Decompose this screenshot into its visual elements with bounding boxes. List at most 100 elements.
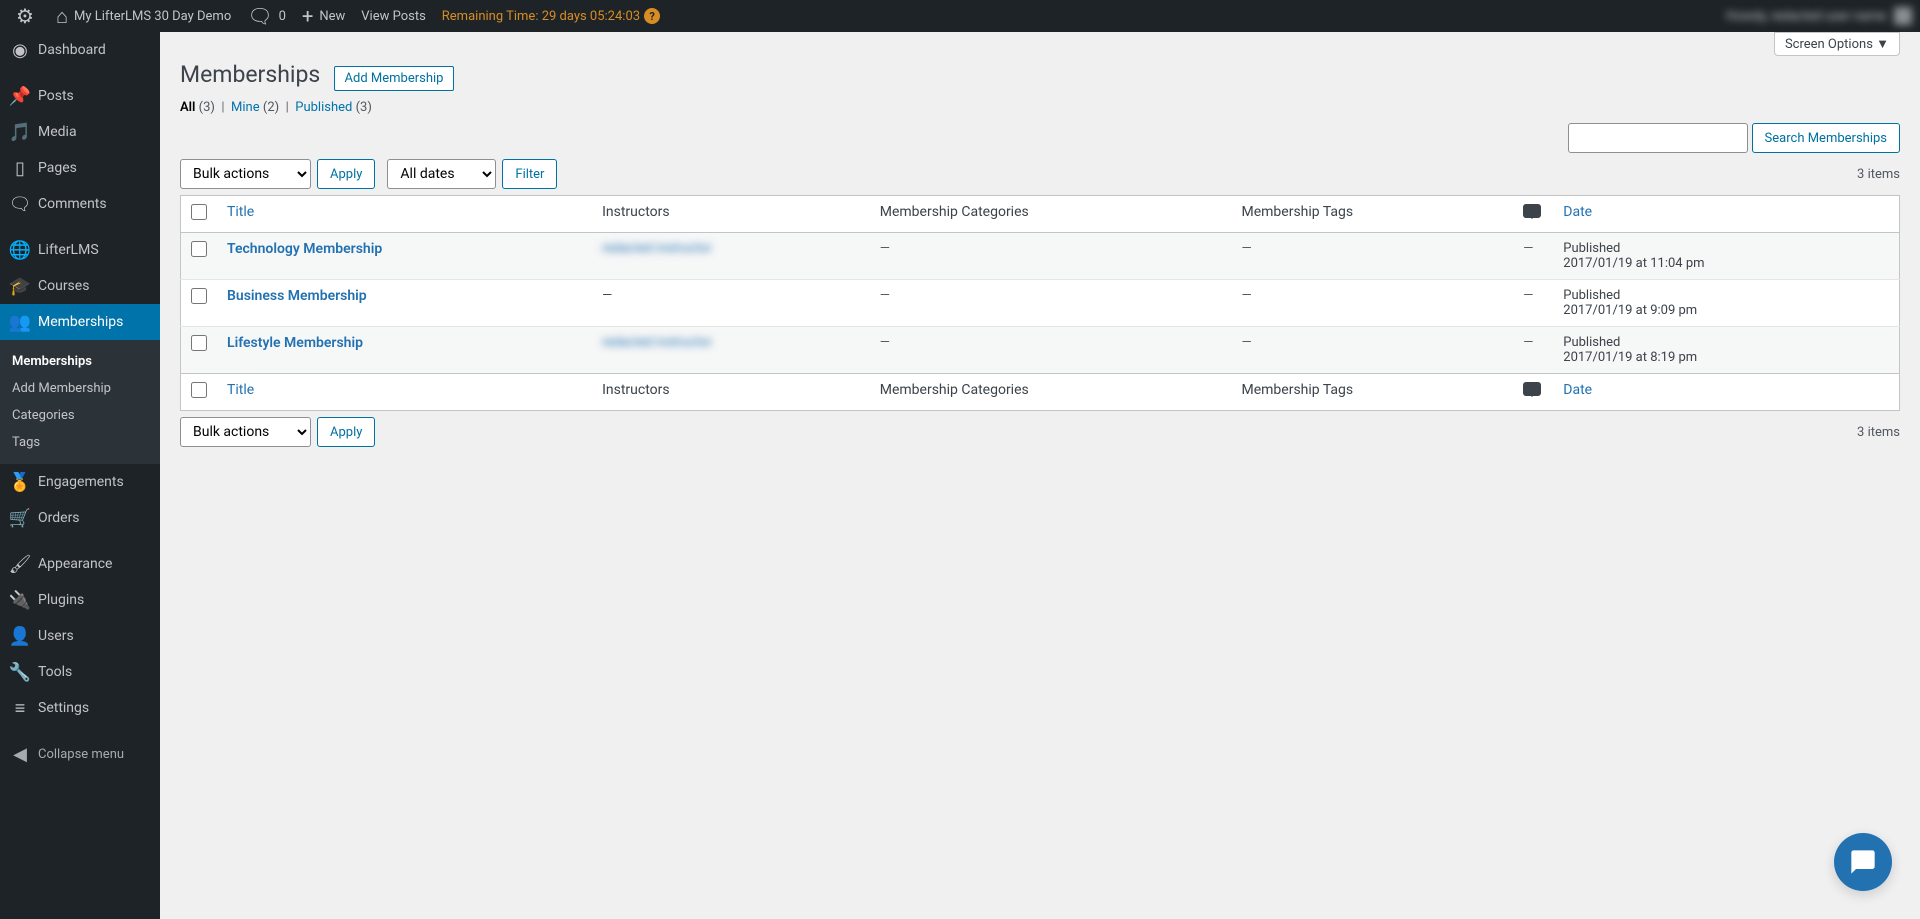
apply-button-bottom[interactable]: Apply — [317, 417, 375, 447]
search-box: Search Memberships — [1568, 123, 1900, 153]
sidebar-item-settings[interactable]: ≡Settings — [0, 690, 160, 726]
submenu-categories[interactable]: Categories — [0, 402, 160, 429]
filter-all[interactable]: All — [180, 100, 195, 115]
chat-widget[interactable] — [1834, 833, 1892, 891]
collapse-icon: ◀ — [10, 744, 30, 764]
admin-sidebar: ◉Dashboard 📌Posts 🎵Media ▯Pages 🗨Comment… — [0, 32, 160, 919]
submenu-memberships[interactable]: Memberships — [0, 348, 160, 375]
row-tags: — — [1232, 327, 1514, 374]
col-date-foot[interactable]: Date — [1553, 374, 1899, 411]
globe-icon: 🌐 — [10, 240, 30, 260]
col-categories: Membership Categories — [870, 196, 1232, 233]
table-row: Business Membership — — — — Published201… — [181, 280, 1900, 327]
search-input[interactable] — [1568, 123, 1748, 153]
cart-icon: 🛒 — [10, 508, 30, 528]
row-title-link[interactable]: Business Membership — [227, 288, 367, 304]
status-filters: All (3) | Mine (2) | Published (3) — [180, 100, 1900, 115]
collapse-menu[interactable]: ◀Collapse menu — [0, 736, 160, 772]
col-comments-foot — [1513, 374, 1553, 411]
view-posts-link[interactable]: View Posts — [353, 0, 434, 32]
bulk-action-select-top[interactable]: Bulk actions — [180, 159, 311, 189]
comment-icon — [1523, 204, 1541, 218]
dashboard-icon: ◉ — [10, 40, 30, 60]
page-icon: ▯ — [10, 158, 30, 178]
wp-logo[interactable]: ⚙ — [8, 0, 48, 32]
page-title: Memberships — [180, 52, 320, 92]
sidebar-item-plugins[interactable]: 🔌Plugins — [0, 582, 160, 618]
row-checkbox[interactable] — [191, 241, 207, 257]
home-icon: ⌂ — [56, 4, 68, 29]
table-row: Lifestyle Membership redacted instructor… — [181, 327, 1900, 374]
col-tags: Membership Tags — [1232, 196, 1514, 233]
row-categories: — — [870, 233, 1232, 280]
col-title-foot[interactable]: Title — [217, 374, 592, 411]
apply-button-top[interactable]: Apply — [317, 159, 375, 189]
new-content-link[interactable]: +New — [294, 0, 353, 32]
memberships-submenu: Memberships Add Membership Categories Ta… — [0, 340, 160, 464]
row-comments: — — [1513, 233, 1553, 280]
brush-icon: 🖌 — [10, 554, 30, 574]
date-filter-select[interactable]: All dates — [387, 159, 496, 189]
sidebar-item-courses[interactable]: 🎓Courses — [0, 268, 160, 304]
comments-link[interactable]: 🗨0 — [239, 0, 294, 32]
search-button[interactable]: Search Memberships — [1752, 123, 1900, 153]
col-date[interactable]: Date — [1553, 196, 1899, 233]
select-all-bottom[interactable] — [191, 382, 207, 398]
row-categories: — — [870, 327, 1232, 374]
sidebar-item-dashboard[interactable]: ◉Dashboard — [0, 32, 160, 68]
sidebar-item-appearance[interactable]: 🖌Appearance — [0, 546, 160, 582]
sidebar-item-lifterlms[interactable]: 🌐LifterLMS — [0, 232, 160, 268]
filter-published[interactable]: Published — [295, 100, 352, 115]
plug-icon: 🔌 — [10, 590, 30, 610]
add-membership-button[interactable]: Add Membership — [334, 66, 455, 91]
row-comments: — — [1513, 280, 1553, 327]
memberships-table: Title Instructors Membership Categories … — [180, 195, 1900, 411]
group-icon: 👥 — [10, 312, 30, 332]
wordpress-icon: ⚙ — [16, 4, 34, 28]
comments-count: 0 — [279, 9, 286, 24]
filter-button[interactable]: Filter — [502, 159, 557, 189]
bulk-action-select-bottom[interactable]: Bulk actions — [180, 417, 311, 447]
admin-bar: ⚙ ⌂My LifterLMS 30 Day Demo 🗨0 +New View… — [0, 0, 1920, 32]
sidebar-item-pages[interactable]: ▯Pages — [0, 150, 160, 186]
howdy-user[interactable]: Howdy, redacted user name — [1726, 7, 1912, 25]
col-instructors-foot: Instructors — [592, 374, 870, 411]
items-count-top: 3 items — [1857, 167, 1900, 182]
tablenav-bottom: Bulk actions Apply 3 items — [180, 417, 1900, 447]
sidebar-item-engagements[interactable]: 🏅Engagements — [0, 464, 160, 500]
col-title[interactable]: Title — [217, 196, 592, 233]
comment-icon — [1523, 382, 1541, 396]
plus-icon: + — [302, 4, 313, 28]
sidebar-item-users[interactable]: 👤Users — [0, 618, 160, 654]
col-categories-foot: Membership Categories — [870, 374, 1232, 411]
row-title-link[interactable]: Lifestyle Membership — [227, 335, 363, 351]
row-instructor: — — [592, 280, 870, 327]
row-checkbox[interactable] — [191, 288, 207, 304]
sidebar-item-media[interactable]: 🎵Media — [0, 114, 160, 150]
sidebar-item-posts[interactable]: 📌Posts — [0, 78, 160, 114]
screen-options-toggle[interactable]: Screen Options ▼ — [1774, 32, 1900, 56]
submenu-tags[interactable]: Tags — [0, 429, 160, 456]
submenu-add-membership[interactable]: Add Membership — [0, 375, 160, 402]
site-name: My LifterLMS 30 Day Demo — [74, 9, 231, 24]
select-all-top[interactable] — [191, 204, 207, 220]
sidebar-item-memberships[interactable]: 👥Memberships — [0, 304, 160, 340]
row-date: Published2017/01/19 at 11:04 pm — [1553, 233, 1899, 280]
cap-icon: 🎓 — [10, 276, 30, 296]
row-title-link[interactable]: Technology Membership — [227, 241, 382, 257]
remaining-time: Remaining Time: 29 days 05:24:03? — [434, 0, 668, 32]
col-instructors: Instructors — [592, 196, 870, 233]
help-icon[interactable]: ? — [644, 8, 660, 24]
sidebar-item-tools[interactable]: 🔧Tools — [0, 654, 160, 690]
row-date: Published2017/01/19 at 8:19 pm — [1553, 327, 1899, 374]
row-instructor: redacted instructor — [592, 327, 870, 374]
tablenav-top: Bulk actions Apply All dates Filter 3 it… — [180, 159, 1900, 189]
sidebar-item-orders[interactable]: 🛒Orders — [0, 500, 160, 536]
row-tags: — — [1232, 280, 1514, 327]
row-checkbox[interactable] — [191, 335, 207, 351]
row-comments: — — [1513, 327, 1553, 374]
filter-mine[interactable]: Mine — [231, 100, 260, 115]
comment-icon: 🗨 — [247, 4, 272, 28]
sidebar-item-comments[interactable]: 🗨Comments — [0, 186, 160, 222]
site-name-link[interactable]: ⌂ My LifterLMS 30 Day Demo — [48, 0, 239, 32]
